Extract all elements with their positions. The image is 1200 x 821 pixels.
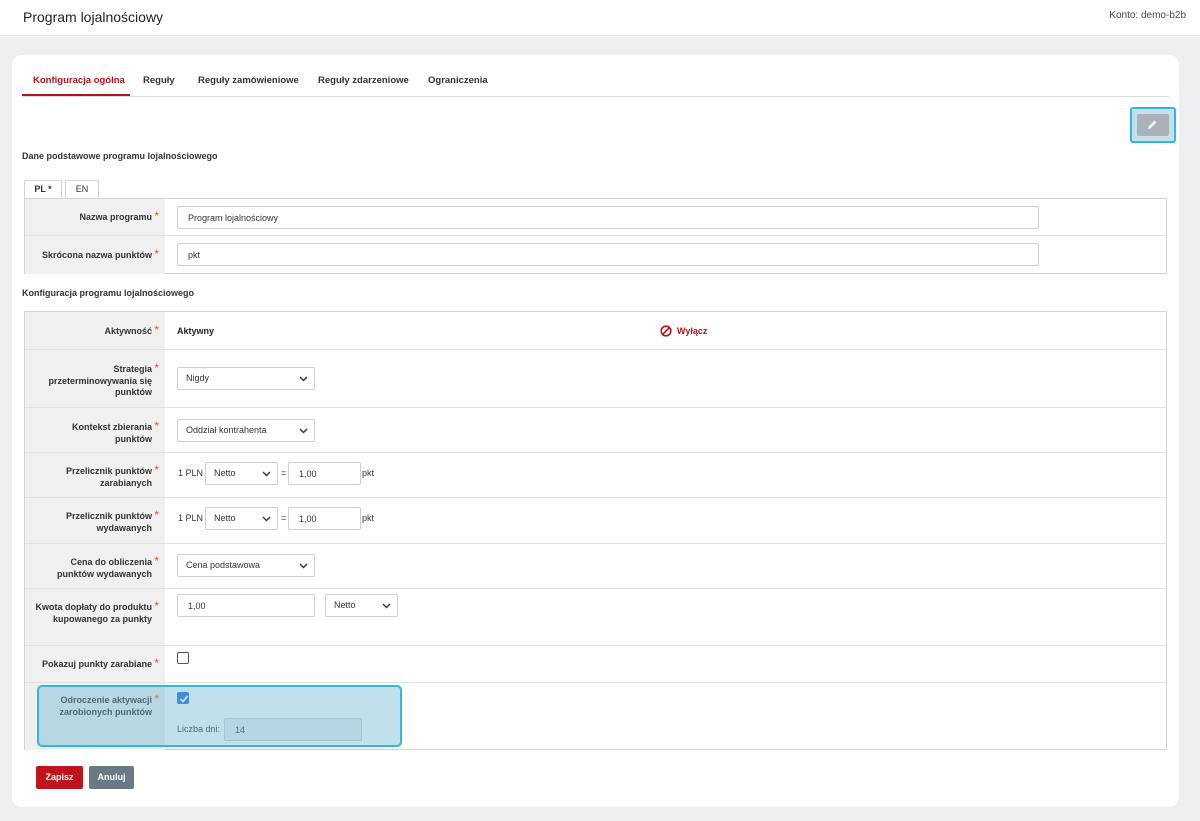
required-marker: * — [154, 247, 159, 261]
main-card: Konfiguracja ogólna Reguły Reguły zamówi… — [12, 55, 1179, 807]
required-marker: * — [154, 554, 159, 568]
tab-event-rules[interactable]: Reguły zdarzeniowe — [318, 75, 409, 86]
required-marker: * — [154, 361, 159, 375]
form-row-program-name: Nazwa programu * — [25, 199, 1166, 236]
earn-rate-label: Przelicznik punktów zarabianych — [65, 466, 152, 488]
form-row-earn-rate: Przelicznik punktów zarabianych * 1 PLN … — [25, 453, 1166, 498]
collect-context-select[interactable]: Oddział kontrahenta — [177, 419, 315, 442]
days-input[interactable] — [224, 718, 362, 741]
prohibited-icon — [660, 325, 672, 337]
spend-rate-type-select[interactable]: Netto — [205, 507, 278, 530]
form-row-show-points: Pokazuj punkty zarabiane * — [25, 646, 1166, 683]
tab-bar: Konfiguracja ogólna Reguły Reguły zamówi… — [22, 69, 1169, 97]
collect-context-label: Kontekst zbierania punktów — [71, 422, 152, 444]
required-marker: * — [154, 692, 159, 706]
spend-rate-prefix: 1 PLN — [178, 513, 204, 523]
save-button[interactable]: Zapisz — [36, 766, 83, 789]
form-row-collect-context: Kontekst zbierania punktów * Oddział kon… — [25, 408, 1166, 453]
surcharge-input[interactable] — [177, 594, 315, 617]
form-row-activity: Aktywność * Aktywny Wyłącz — [25, 312, 1166, 350]
account-label: Konto: demo-b2b — [1109, 10, 1186, 21]
earn-rate-type-select[interactable]: Netto — [205, 462, 278, 485]
tab-rules[interactable]: Reguły — [143, 75, 175, 86]
spend-rate-label: Przelicznik punktów wydawanych — [65, 511, 152, 533]
basic-form: Nazwa programu * Skrócona nazwa punktów … — [24, 198, 1167, 274]
required-marker: * — [154, 323, 159, 337]
required-marker: * — [154, 508, 159, 522]
top-bar: Program lojalnościowy Konto: demo-b2b — [0, 0, 1200, 36]
spend-rate-input[interactable] — [288, 507, 361, 530]
tab-order-rules[interactable]: Reguły zamówieniowe — [198, 75, 299, 86]
config-section-title: Konfiguracja programu lojalnościowego — [22, 288, 195, 298]
active-tab-indicator — [22, 94, 130, 96]
tab-lang-pl[interactable]: PL * — [24, 180, 62, 199]
activity-status: Aktywny — [177, 326, 215, 336]
chevron-down-icon — [262, 471, 271, 477]
show-points-label: Pokazuj punkty zarabiane — [41, 659, 152, 669]
price-basis-select[interactable]: Cena podstawowa — [177, 554, 315, 577]
tab-lang-en[interactable]: EN — [65, 180, 99, 199]
chevron-down-icon — [262, 516, 271, 522]
required-marker: * — [154, 656, 159, 670]
page-title: Program lojalnościowy — [23, 9, 164, 25]
edit-button-highlight — [1130, 107, 1176, 143]
required-marker: * — [154, 599, 159, 613]
checkmark-icon — [179, 695, 189, 703]
disable-button[interactable]: Wyłącz — [660, 325, 708, 337]
disable-label: Wyłącz — [677, 326, 708, 336]
cancel-button[interactable]: Anuluj — [89, 766, 134, 789]
form-row-short-points: Skrócona nazwa punktów * — [25, 236, 1166, 274]
tab-general-config[interactable]: Konfiguracja ogólna — [33, 75, 125, 86]
form-row-spend-rate: Przelicznik punktów wydawanych * 1 PLN N… — [25, 498, 1166, 544]
spend-rate-equals: = — [281, 513, 287, 523]
tab-limits[interactable]: Ograniczenia — [428, 75, 488, 86]
program-name-label: Nazwa programu — [79, 212, 152, 222]
earn-rate-prefix: 1 PLN — [178, 468, 204, 478]
basic-section-title: Dane podstawowe programu lojalnościowego — [22, 151, 218, 161]
chevron-down-icon — [382, 603, 391, 609]
chevron-down-icon — [299, 563, 308, 569]
show-points-checkbox[interactable] — [177, 652, 189, 664]
short-points-label: Skrócona nazwa punktów — [41, 250, 152, 260]
expiry-strategy-select[interactable]: Nigdy — [177, 367, 315, 390]
activation-delay-checkbox[interactable] — [177, 692, 189, 704]
spend-rate-unit: pkt — [362, 513, 375, 523]
program-name-input[interactable] — [177, 206, 1039, 229]
form-row-activation-delay: Odroczenie aktywacji zarobionych punktów… — [25, 683, 1166, 750]
form-row-expiry-strategy: Strategia przeterminowywania się punktów… — [25, 350, 1166, 408]
pencil-icon — [1148, 120, 1157, 129]
earn-rate-equals: = — [281, 468, 287, 478]
days-label: Liczba dni: — [177, 724, 221, 734]
form-row-surcharge: Kwota dopłaty do produktu kupowanego za … — [25, 589, 1166, 646]
short-points-input[interactable] — [177, 243, 1039, 266]
config-form: Aktywność * Aktywny Wyłącz Strategia prz… — [24, 311, 1167, 750]
activity-label: Aktywność — [104, 326, 152, 336]
activation-delay-label: Odroczenie aktywacji zarobionych punktów — [59, 695, 152, 717]
earn-rate-input[interactable] — [288, 462, 361, 485]
surcharge-label: Kwota dopłaty do produktu kupowanego za … — [35, 602, 153, 624]
form-row-price-basis: Cena do obliczenia punktów wydawanych * … — [25, 544, 1166, 589]
edit-button[interactable] — [1137, 114, 1169, 136]
required-marker: * — [154, 209, 159, 223]
price-basis-label: Cena do obliczenia punktów wydawanych — [56, 557, 152, 579]
chevron-down-icon — [299, 376, 308, 382]
required-marker: * — [154, 419, 159, 433]
chevron-down-icon — [299, 428, 308, 434]
expiry-strategy-label: Strategia przeterminowywania się punktów — [48, 364, 152, 397]
surcharge-type-select[interactable]: Netto — [325, 594, 398, 617]
required-marker: * — [154, 463, 159, 477]
earn-rate-unit: pkt — [362, 468, 375, 478]
